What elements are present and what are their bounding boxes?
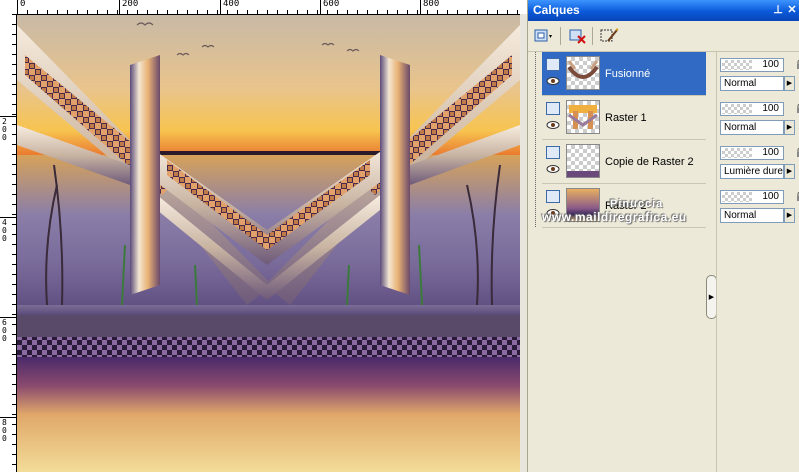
opacity-value: 100 [762, 103, 779, 114]
eye-icon[interactable] [546, 164, 560, 174]
palette-toolbar [528, 21, 799, 52]
chevron-right-icon: ▶ [786, 80, 793, 87]
layer-type-icon [546, 58, 560, 71]
blend-dropdown-button[interactable]: ▶ [784, 76, 795, 91]
layer-props-copie-de-raster-2: 100 Lumière dure ▶ [717, 140, 799, 184]
vertical-ruler: 2 0 0 4 0 0 6 0 0 8 0 0 [0, 14, 17, 472]
layer-props-raster-1: 100 Normal ▶ [717, 96, 799, 140]
layer-name: Raster 2 [605, 200, 647, 212]
opacity-slider[interactable]: 100 [720, 146, 784, 160]
ruler-label: 4 0 0 [2, 218, 7, 243]
layer-row-copie-de-raster-2[interactable]: Copie de Raster 2 [542, 140, 706, 184]
opacity-value: 100 [762, 191, 779, 202]
chevron-right-icon: ▶ [786, 124, 793, 131]
arrow-right-icon: ▶ [708, 294, 715, 301]
canvas-artwork[interactable] [17, 15, 520, 472]
blend-mode-value: Normal [724, 210, 757, 221]
blend-mode-value: Normal [724, 122, 757, 133]
mask-button[interactable] [598, 25, 622, 47]
layer-tree-line [535, 52, 537, 227]
layer-row-raster-1[interactable]: Raster 1 [542, 96, 706, 140]
layer-name: Fusionné [605, 68, 651, 80]
eye-icon[interactable] [546, 76, 560, 86]
canvas-area[interactable]: 0 200 400 600 800 2 0 0 4 0 0 6 0 0 8 0 … [0, 0, 527, 472]
layer-type-icon [546, 190, 560, 203]
mask-icon [600, 28, 619, 42]
layer-props-raster-2: 100 Normal ▶ [717, 184, 799, 228]
close-icon[interactable]: ✕ [785, 3, 799, 17]
blend-mode-value: Lumière dure [724, 166, 783, 177]
new-layer-button[interactable] [532, 25, 556, 47]
ruler-label: 0 [20, 0, 26, 9]
layer-thumbnail [566, 100, 600, 134]
blend-mode-select[interactable]: Normal [720, 208, 784, 223]
eye-icon[interactable] [546, 208, 560, 218]
blend-mode-value: Normal [724, 78, 757, 89]
layer-type-icon [546, 102, 560, 115]
new-layer-icon [534, 29, 552, 42]
layer-thumbnail [566, 144, 600, 178]
blend-dropdown-button[interactable]: ▶ [784, 164, 795, 179]
chevron-right-icon: ▶ [786, 212, 793, 219]
pin-icon[interactable]: ⊥ [771, 3, 785, 17]
ruler-label: 8 0 0 [2, 418, 7, 443]
ruler-label: 800 [423, 0, 440, 9]
ruler-label: 2 0 0 [2, 117, 7, 142]
ruler-label: 400 [223, 0, 240, 9]
layer-props-fusionne: 100 Normal ▶ [717, 52, 799, 96]
horizontal-ruler: 0 200 400 600 800 [17, 0, 527, 15]
eye-icon[interactable] [546, 120, 560, 130]
blend-dropdown-button[interactable]: ▶ [784, 120, 795, 135]
blend-mode-select[interactable]: Lumière dure [720, 164, 784, 179]
blend-mode-select[interactable]: Normal [720, 120, 784, 135]
layer-thumbnail [566, 56, 600, 90]
layer-thumbnail [566, 188, 600, 222]
ruler-label: 200 [122, 0, 139, 9]
canvas-scroll-edge[interactable] [520, 14, 527, 472]
layer-name: Raster 1 [605, 112, 647, 124]
opacity-slider[interactable]: 100 [720, 102, 784, 116]
layer-type-icon [546, 146, 560, 159]
opacity-value: 100 [762, 147, 779, 158]
chevron-right-icon: ▶ [786, 168, 793, 175]
palette-title: Calques [533, 3, 580, 17]
delete-layer-icon [569, 29, 586, 44]
layers-palette: Calques ⊥ ✕ Fusionné Raster 1 Copie de R… [527, 0, 799, 472]
layer-name: Copie de Raster 2 [605, 156, 694, 168]
layer-row-fusionne[interactable]: Fusionné [542, 52, 706, 96]
ruler-label: 600 [323, 0, 340, 9]
opacity-slider[interactable]: 100 [720, 190, 784, 204]
layers-list: Fusionné Raster 1 Copie de Raster 2 Rast… [542, 52, 706, 472]
palette-title-bar[interactable]: Calques ⊥ ✕ [528, 0, 799, 21]
delete-layer-button[interactable] [566, 25, 590, 47]
ruler-label: 6 0 0 [2, 318, 7, 343]
layer-properties-column: 100 Normal ▶ 100 Normal ▶ 100 Lumière du… [716, 52, 799, 472]
opacity-value: 100 [762, 59, 779, 70]
blend-dropdown-button[interactable]: ▶ [784, 208, 795, 223]
opacity-slider[interactable]: 100 [720, 58, 784, 72]
blend-mode-select[interactable]: Normal [720, 76, 784, 91]
layer-row-raster-2[interactable]: Raster 2 [542, 184, 706, 228]
